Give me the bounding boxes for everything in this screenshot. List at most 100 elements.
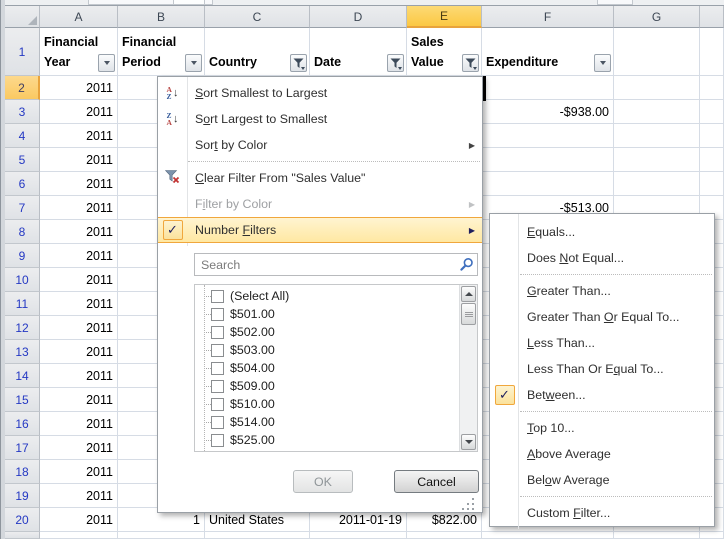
column-header-A[interactable]: A: [40, 6, 118, 28]
cell-A18[interactable]: 2011: [40, 460, 118, 484]
row-header-9[interactable]: 9: [5, 244, 40, 268]
filter-dropdown-button-F[interactable]: [594, 54, 611, 72]
row-header-14[interactable]: 14: [5, 364, 40, 388]
row-header-13[interactable]: 13: [5, 340, 40, 364]
cell-A4[interactable]: 2011: [40, 124, 118, 148]
cell-H2[interactable]: [700, 76, 724, 100]
number-filter-option-below-average[interactable]: Below Average: [490, 467, 714, 493]
cell-A9[interactable]: 2011: [40, 244, 118, 268]
cell-A11[interactable]: 2011: [40, 292, 118, 316]
scroll-down-button[interactable]: [461, 434, 476, 450]
value-option--504.00[interactable]: $504.00: [195, 359, 477, 377]
cell-A20[interactable]: 2011: [40, 508, 118, 532]
row-header-10[interactable]: 10: [5, 268, 40, 292]
filter-menu-item-sort-smallest-to-largest[interactable]: AZ↓Sort Smallest to Largest: [158, 80, 482, 106]
value-option--502.00[interactable]: $502.00: [195, 323, 477, 341]
value-list-scrollbar[interactable]: [459, 285, 477, 451]
cell-G5[interactable]: [614, 148, 700, 172]
row-header-2[interactable]: 2: [5, 76, 40, 100]
cell-H4[interactable]: [700, 124, 724, 148]
column-header-F[interactable]: F: [482, 6, 614, 28]
filter-menu-item-sort-largest-to-smallest[interactable]: ZA↓Sort Largest to Smallest: [158, 106, 482, 132]
row-header-11[interactable]: 11: [5, 292, 40, 316]
cell-A15[interactable]: 2011: [40, 388, 118, 412]
ok-button[interactable]: OK: [293, 470, 353, 493]
cell-F4[interactable]: [482, 124, 614, 148]
number-filter-option-greater-than-or-equal-to[interactable]: Greater Than Or Equal To...: [490, 304, 714, 330]
cell-A8[interactable]: 2011: [40, 220, 118, 244]
row-header-19[interactable]: 19: [5, 484, 40, 508]
cell-H6[interactable]: [700, 172, 724, 196]
filter-dropdown-button-B[interactable]: [185, 54, 202, 72]
value-option--510.00[interactable]: $510.00: [195, 395, 477, 413]
value-checkbox[interactable]: [211, 434, 224, 447]
column-header-E[interactable]: E: [407, 6, 482, 28]
cancel-button[interactable]: Cancel: [394, 470, 479, 493]
number-filter-option-custom-filter[interactable]: Custom Filter...: [490, 500, 714, 526]
filter-funnel-button-E[interactable]: [462, 54, 479, 72]
number-filter-option-less-than[interactable]: Less Than...: [490, 330, 714, 356]
cell-F6[interactable]: [482, 172, 614, 196]
row-header-3[interactable]: 3: [5, 100, 40, 124]
value-checkbox[interactable]: [211, 308, 224, 321]
value-option--514.00[interactable]: $514.00: [195, 413, 477, 431]
filter-funnel-button-D[interactable]: [387, 54, 404, 72]
column-header-partial[interactable]: [700, 6, 724, 28]
row-header-20[interactable]: 20: [5, 508, 40, 532]
column-header-C[interactable]: C: [205, 6, 310, 28]
cell-G3[interactable]: [614, 100, 700, 124]
cell-F2[interactable]: [482, 76, 614, 100]
value-checkbox[interactable]: [211, 416, 224, 429]
cell-A10[interactable]: 2011: [40, 268, 118, 292]
cell-A5[interactable]: 2011: [40, 148, 118, 172]
cell-A7[interactable]: 2011: [40, 196, 118, 220]
row-header-5[interactable]: 5: [5, 148, 40, 172]
cell-A6[interactable]: 2011: [40, 172, 118, 196]
cell-A14[interactable]: 2011: [40, 364, 118, 388]
column-header-G[interactable]: G: [614, 6, 700, 28]
cell-A12[interactable]: 2011: [40, 316, 118, 340]
number-filter-option-top-10[interactable]: Top 10...: [490, 415, 714, 441]
row-header-16[interactable]: 16: [5, 412, 40, 436]
value-option--525.00[interactable]: $525.00: [195, 431, 477, 449]
cell-A19[interactable]: 2011: [40, 484, 118, 508]
cell-A3[interactable]: 2011: [40, 100, 118, 124]
search-icon[interactable]: [459, 257, 474, 272]
filter-menu-item-number-filters[interactable]: ✓Number Filters▶: [158, 217, 482, 243]
value-checkbox[interactable]: [211, 398, 224, 411]
cell-A13[interactable]: 2011: [40, 340, 118, 364]
value-checkbox[interactable]: [211, 452, 224, 453]
filter-menu-item-clear-filter-from-sales-value[interactable]: Clear Filter From "Sales Value": [158, 165, 482, 191]
number-filter-option-does-not-equal[interactable]: Does Not Equal...: [490, 245, 714, 271]
column-header-B[interactable]: B: [118, 6, 205, 28]
row-header-partial[interactable]: [5, 532, 40, 539]
cell-G2[interactable]: [614, 76, 700, 100]
value-option--509.00[interactable]: $509.00: [195, 377, 477, 395]
value-option-partial[interactable]: [195, 449, 477, 452]
filter-funnel-button-C[interactable]: [290, 54, 307, 72]
row-header-4[interactable]: 4: [5, 124, 40, 148]
value-checkbox[interactable]: [211, 362, 224, 375]
row-header-1[interactable]: 1: [5, 28, 40, 76]
row-header-15[interactable]: 15: [5, 388, 40, 412]
scrollbar-thumb[interactable]: [461, 303, 476, 325]
number-filter-option-above-average[interactable]: Above Average: [490, 441, 714, 467]
row-header-18[interactable]: 18: [5, 460, 40, 484]
cell-G6[interactable]: [614, 172, 700, 196]
filter-dropdown-button-A[interactable]: [98, 54, 115, 72]
select-all-corner[interactable]: [5, 6, 40, 28]
row-header-8[interactable]: 8: [5, 220, 40, 244]
cell-A17[interactable]: 2011: [40, 436, 118, 460]
number-filter-option-between[interactable]: ✓Between...: [490, 382, 714, 408]
number-filter-option-equals[interactable]: Equals...: [490, 219, 714, 245]
value-option--503.00[interactable]: $503.00: [195, 341, 477, 359]
cell-F5[interactable]: [482, 148, 614, 172]
value-checkbox[interactable]: [211, 344, 224, 357]
value-option--select-all-[interactable]: (Select All): [195, 287, 477, 305]
number-filter-option-less-than-or-equal-to[interactable]: Less Than Or Equal To...: [490, 356, 714, 382]
row-header-17[interactable]: 17: [5, 436, 40, 460]
value-checkbox[interactable]: [211, 380, 224, 393]
resize-grip[interactable]: [462, 498, 476, 510]
scroll-up-button[interactable]: [461, 286, 476, 302]
cell-G4[interactable]: [614, 124, 700, 148]
